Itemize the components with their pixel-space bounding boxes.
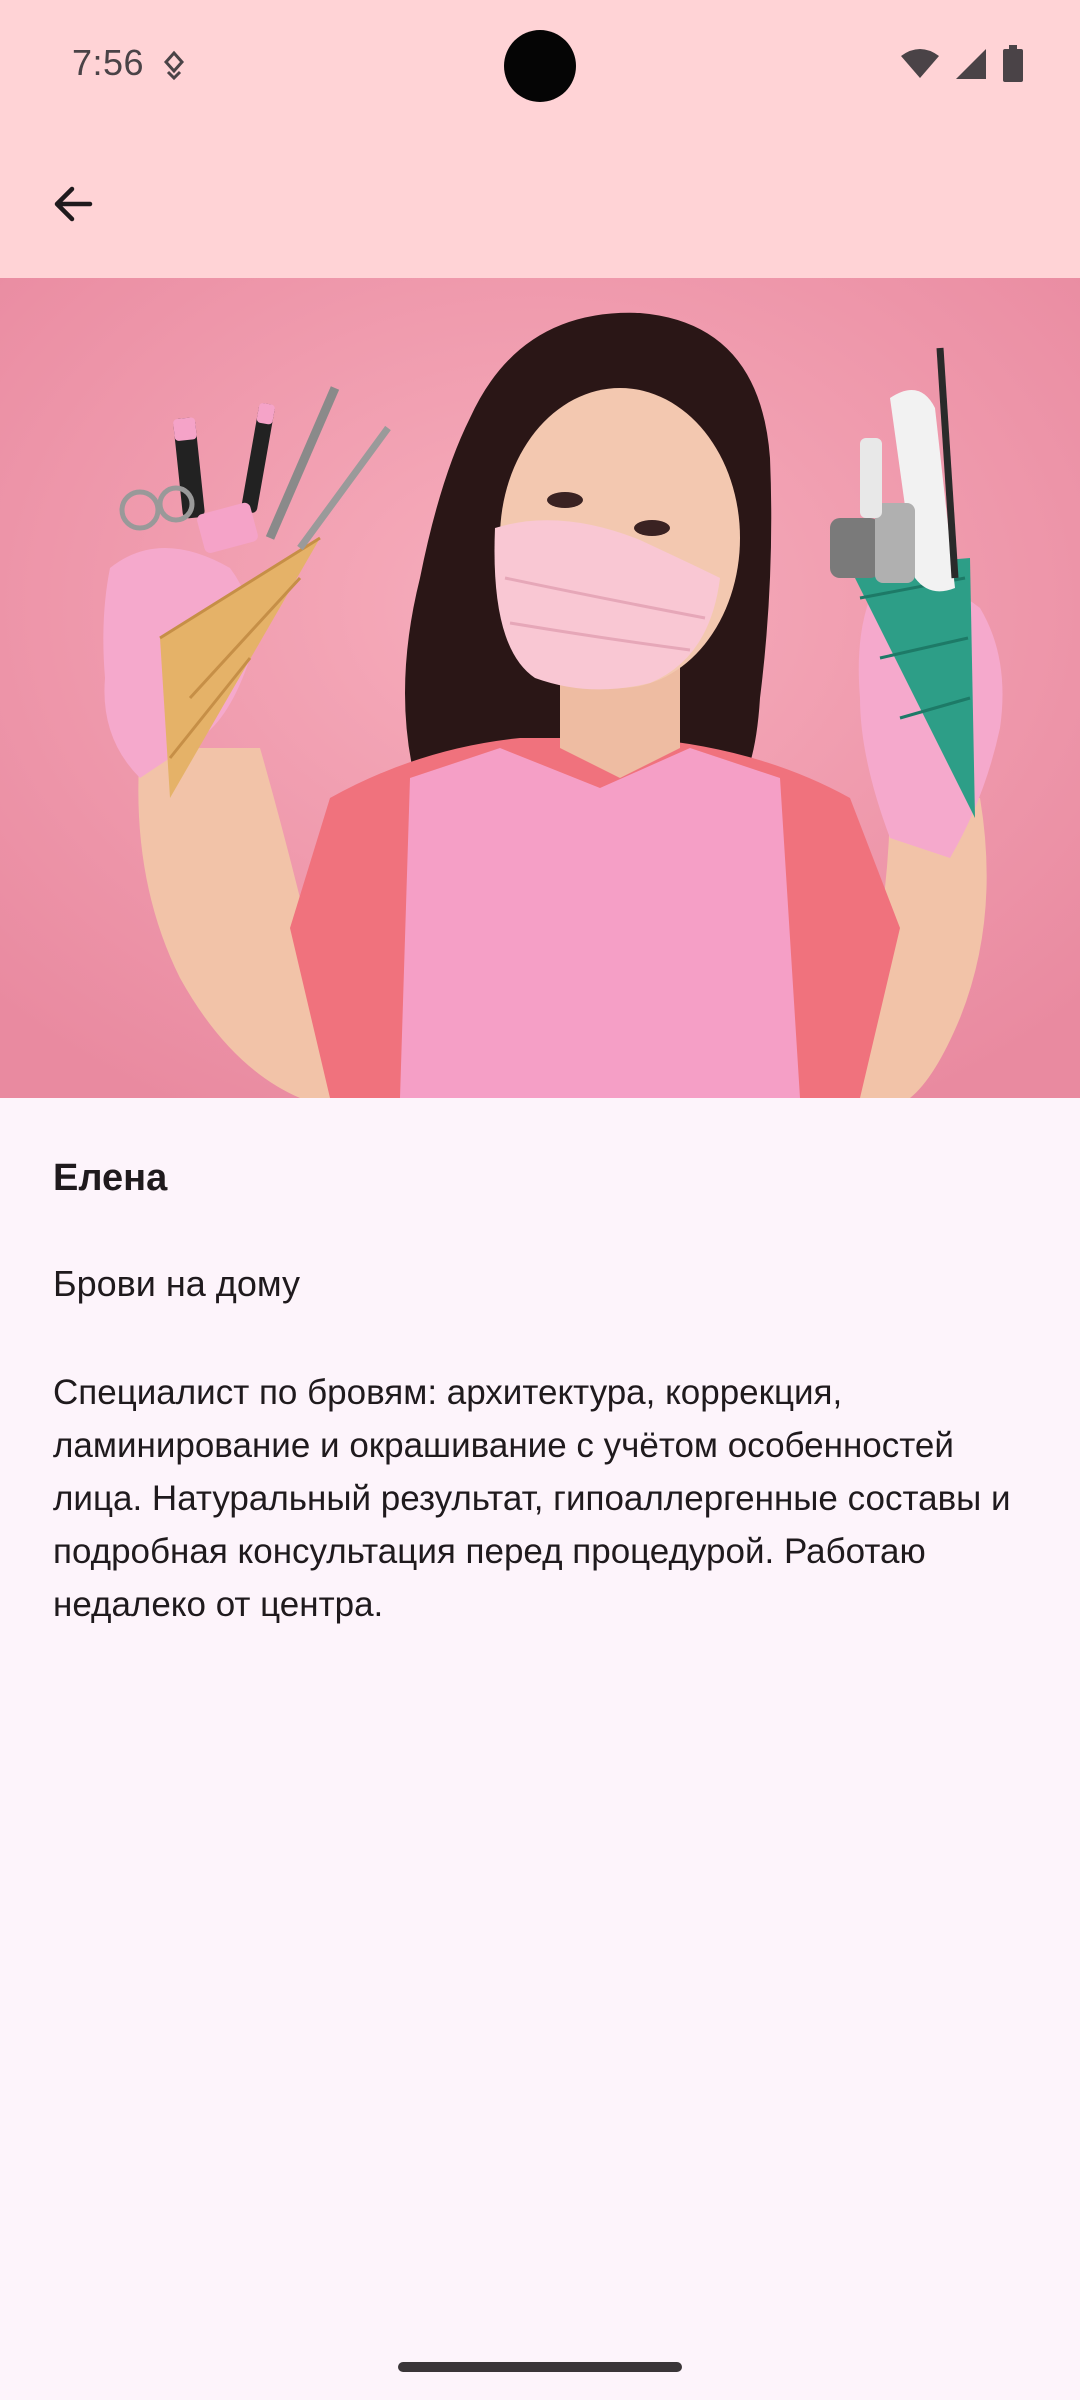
- service-title: Брови на дому: [53, 1263, 300, 1304]
- arrow-back-icon: [54, 186, 93, 222]
- profile-screen: 7:56 Елена Брови на дому Специалист по б…: [0, 0, 1080, 2400]
- profile-description: Специалист по бровям: архитектура, корре…: [53, 1373, 1011, 1624]
- status-bar: 7:56: [0, 0, 1080, 132]
- back-button[interactable]: [36, 166, 112, 242]
- camera-cutout: [504, 30, 576, 102]
- profile-content: Елена Брови на дому Специалист по бровям…: [53, 1098, 1033, 1631]
- profile-name: Елена: [53, 1157, 168, 1199]
- hero-image: [0, 278, 1080, 1098]
- wifi-icon: [900, 48, 940, 85]
- top-bar-area: 7:56: [0, 0, 1080, 278]
- battery-icon: [1002, 44, 1024, 88]
- notification-icon: [160, 50, 188, 82]
- home-indicator[interactable]: [398, 2362, 682, 2372]
- cellular-signal-icon: [954, 47, 988, 86]
- app-bar: [0, 132, 1080, 278]
- status-time: 7:56: [72, 42, 145, 83]
- status-icons: [900, 44, 1024, 88]
